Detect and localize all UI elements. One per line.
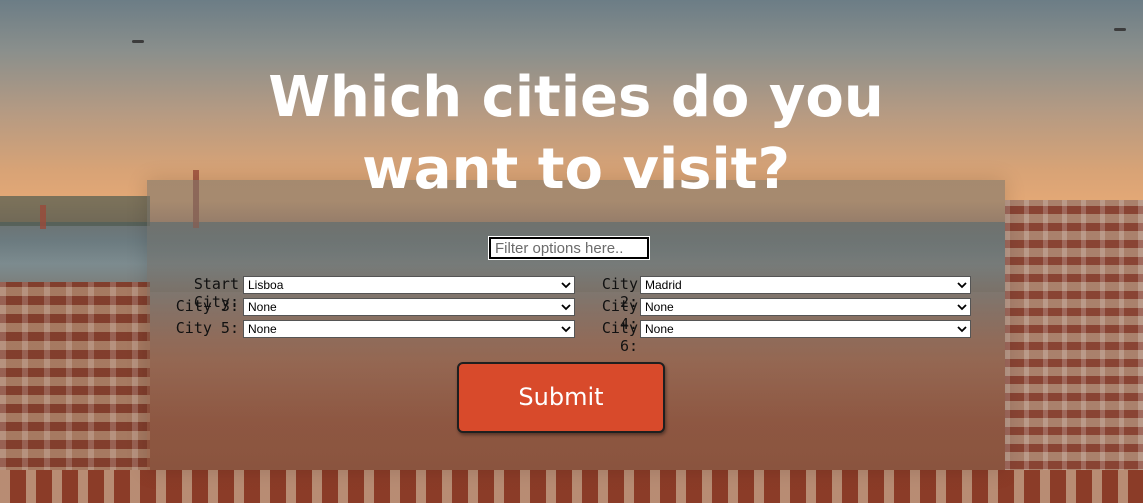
background-city-right: [1005, 200, 1143, 503]
chevron-down-icon: [957, 326, 967, 333]
page-title: Which cities do you want to visit?: [200, 62, 952, 206]
chevron-down-icon: [561, 326, 571, 333]
bird: [1114, 28, 1126, 31]
city-3-label: City 3:: [175, 297, 239, 315]
city-5-label: City 5:: [175, 319, 239, 337]
title-line-2: want to visit?: [362, 137, 790, 202]
city-4-select[interactable]: None: [640, 298, 971, 316]
background-city-bottom: [0, 470, 1143, 503]
chevron-down-icon: [957, 282, 967, 289]
chevron-down-icon: [957, 304, 967, 311]
chevron-down-icon: [561, 282, 571, 289]
city-3-value: None: [248, 300, 277, 314]
city-5-select[interactable]: None: [243, 320, 575, 338]
background-bridge-tower: [40, 205, 46, 229]
filter-options-input[interactable]: [488, 236, 650, 260]
city-6-label: City 6:: [601, 319, 638, 355]
city-2-select[interactable]: Madrid: [640, 276, 971, 294]
start-city-value: Lisboa: [248, 278, 284, 292]
city-3-select[interactable]: None: [243, 298, 575, 316]
city-6-select[interactable]: None: [640, 320, 971, 338]
submit-button[interactable]: Submit: [457, 362, 665, 433]
city-4-value: None: [645, 300, 674, 314]
start-city-select[interactable]: Lisboa: [243, 276, 575, 294]
background-hills: [0, 196, 150, 226]
city-5-value: None: [248, 322, 277, 336]
chevron-down-icon: [561, 304, 571, 311]
bird: [132, 40, 144, 43]
city-6-value: None: [645, 322, 674, 336]
city-2-value: Madrid: [645, 278, 682, 292]
title-line-1: Which cities do you: [268, 65, 884, 130]
